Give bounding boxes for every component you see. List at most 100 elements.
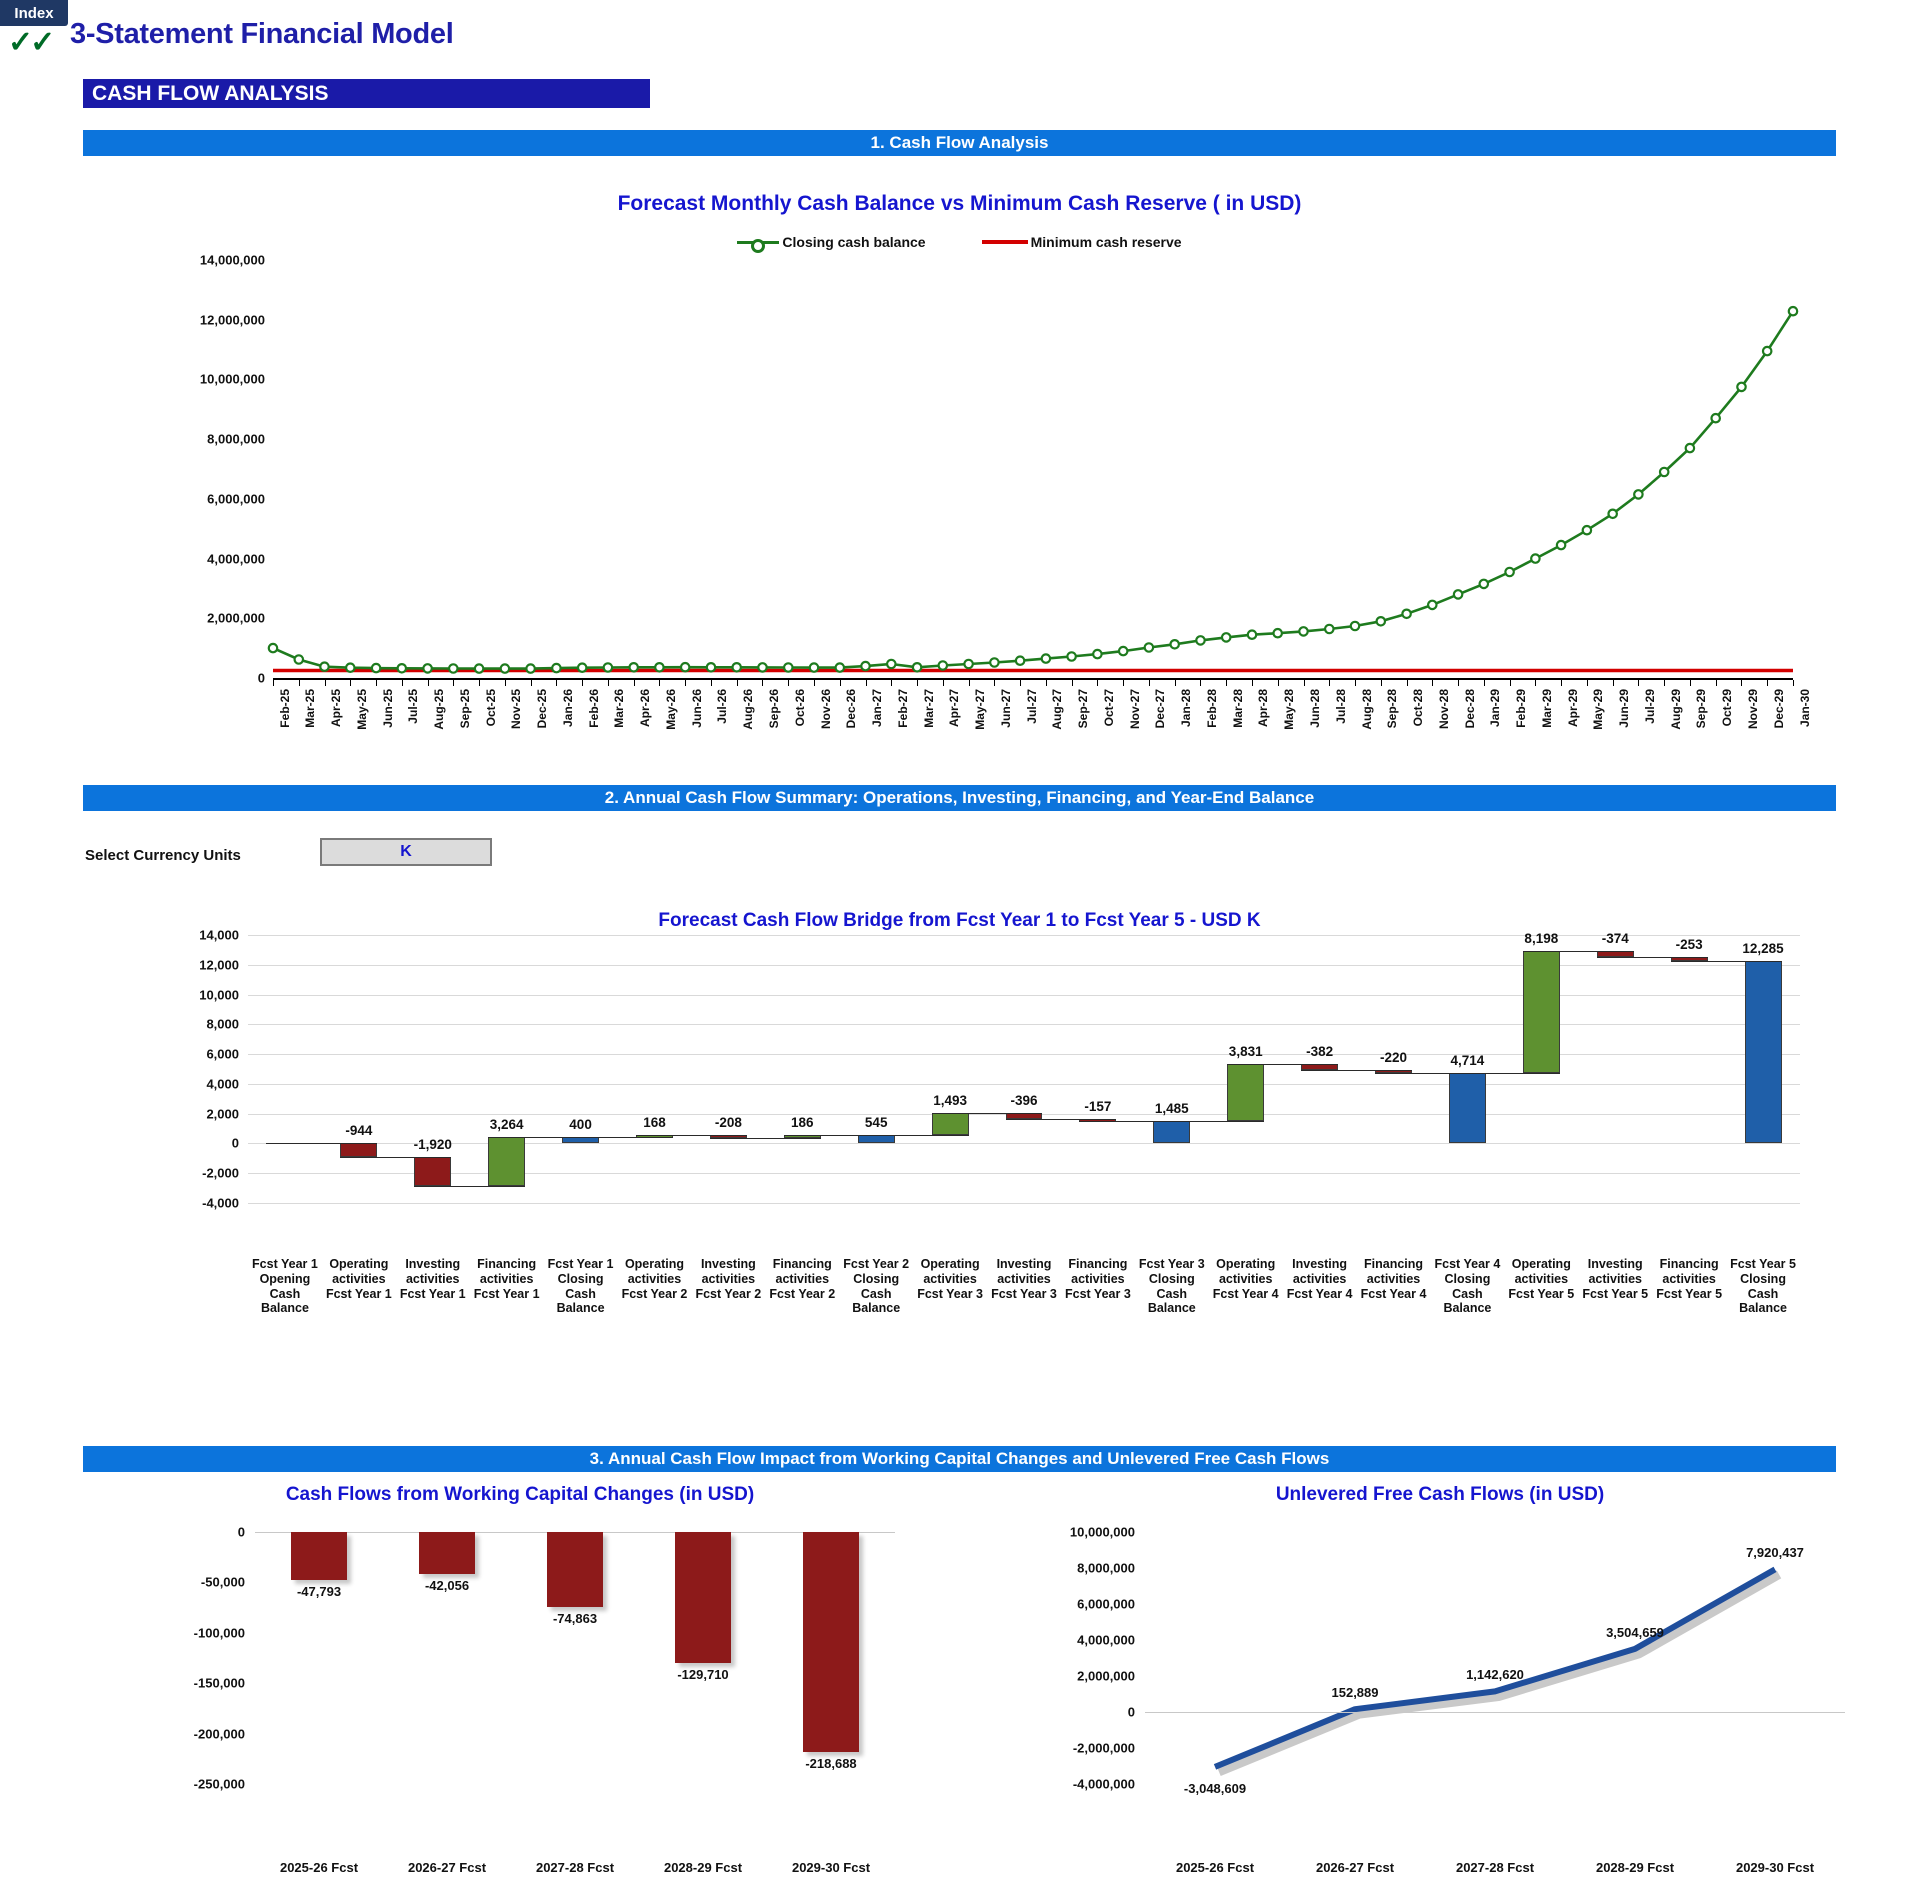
x-axis-tick-label: Nov-28	[1436, 689, 1451, 730]
data-label: 3,264	[489, 1117, 524, 1133]
waterfall-connector	[1522, 951, 1634, 953]
y-axis-tick-label: 14,000,000	[199, 252, 265, 268]
x-axis-tick	[1483, 680, 1485, 686]
series-marker-closing-cash-balance	[499, 663, 511, 674]
x-axis-category-label: Investing activities Fcst Year 5	[1582, 1257, 1649, 1301]
x-axis-tick-label: May-29	[1591, 689, 1606, 730]
series-marker-closing-cash-balance	[1143, 642, 1155, 653]
x-axis-tick-label: Mar-29	[1539, 689, 1554, 728]
gridline	[248, 964, 1800, 966]
x-axis-tick	[1303, 680, 1305, 686]
series-marker-closing-cash-balance	[705, 661, 717, 673]
chart-svg-monthly-cash	[267, 305, 1799, 674]
x-axis-category-label: Investing activities Fcst Year 4	[1286, 1257, 1353, 1301]
y-axis-tick-label: 0	[257, 670, 265, 686]
series-marker-closing-cash-balance	[1349, 620, 1361, 632]
x-axis-tick	[1226, 680, 1228, 686]
x-axis-tick	[1380, 680, 1382, 686]
series-marker-closing-cash-balance	[1117, 645, 1129, 657]
x-axis-category-label: 2029-30 Fcst	[791, 1860, 871, 1875]
y-axis-tick-label: 0	[231, 1135, 239, 1151]
waterfall-bar	[1522, 951, 1560, 1074]
x-axis-tick	[865, 680, 867, 686]
y-axis-tick-label: 0	[1127, 1704, 1135, 1720]
x-axis-tick-label: Apr-26	[638, 689, 653, 728]
x-axis-category-label: Fcst Year 4 Closing Cash Balance	[1434, 1257, 1501, 1316]
cash-flow-bridge-chart: Forecast Cash Flow Bridge from Fcst Year…	[83, 890, 1836, 1420]
waterfall-connector	[1670, 960, 1782, 962]
gridline	[248, 1143, 1800, 1145]
x-axis-tick	[685, 680, 687, 686]
series-marker-closing-cash-balance	[731, 661, 742, 673]
series-marker-closing-cash-balance	[782, 662, 794, 673]
x-axis-tick	[659, 680, 661, 686]
y-axis-tick-label: 10,000	[199, 987, 239, 1003]
series-marker-closing-cash-balance	[1710, 412, 1721, 424]
x-axis-tick	[1148, 680, 1150, 686]
series-marker-closing-cash-balance	[911, 661, 923, 673]
series-marker-closing-cash-balance	[1298, 626, 1309, 637]
x-axis-tick-label: Aug-28	[1359, 689, 1374, 730]
legend-item-minimum-cash-reserve: Minimum cash reserve	[981, 234, 1182, 250]
chart-svg-unlevered-fcf	[1213, 1566, 1782, 1777]
x-axis-category-label: Financing activities Fcst Year 2	[769, 1257, 836, 1301]
x-axis-category-label: Fcst Year 5 Closing Cash Balance	[1730, 1257, 1796, 1316]
x-axis-tick	[1406, 680, 1408, 686]
x-axis-tick	[1329, 680, 1331, 686]
x-axis-category-label: 2028-29 Fcst	[663, 1860, 743, 1875]
series-marker-closing-cash-balance	[576, 662, 588, 673]
data-label: 12,285	[1742, 940, 1784, 956]
x-axis-tick	[633, 680, 635, 686]
x-axis-tick-label: Dec-26	[844, 689, 859, 729]
legend-marker-line-icon	[981, 240, 1028, 244]
series-marker-closing-cash-balance	[602, 662, 614, 673]
data-label: -157	[1084, 1098, 1112, 1114]
legend-label: Closing cash balance	[782, 234, 926, 250]
x-axis-tick	[427, 680, 429, 686]
series-marker-closing-cash-balance	[654, 661, 665, 673]
series-marker-closing-cash-balance	[1401, 608, 1412, 620]
x-axis-tick	[401, 680, 403, 686]
y-axis-tick-label: -50,000	[200, 1574, 245, 1590]
x-axis-tick-label: Oct-28	[1411, 689, 1426, 727]
series-marker-closing-cash-balance	[628, 661, 639, 673]
x-axis-tick-label: Oct-27	[1101, 689, 1116, 727]
series-marker-closing-cash-balance	[448, 663, 459, 674]
x-axis-tick	[1715, 680, 1717, 686]
x-axis-tick-label: Oct-26	[792, 689, 807, 727]
series-line-closing-cash-balance	[272, 310, 1795, 670]
x-axis-tick-label: Jul-28	[1333, 689, 1348, 724]
x-axis-category-label: Financing activities Fcst Year 1	[473, 1257, 540, 1301]
x-axis-tick	[607, 680, 609, 686]
data-label: 168	[643, 1114, 666, 1130]
index-tab[interactable]: Index	[0, 0, 68, 26]
series-marker-closing-cash-balance	[1607, 508, 1618, 520]
x-axis-tick	[788, 680, 790, 686]
series-marker-closing-cash-balance	[757, 662, 768, 673]
series-marker-closing-cash-balance	[834, 662, 846, 673]
data-label: 152,889	[1331, 1685, 1379, 1701]
x-axis-tick-label: Mar-25	[303, 689, 318, 728]
x-axis-tick	[298, 680, 300, 686]
section-header-2: 2. Annual Cash Flow Summary: Operations,…	[83, 785, 1836, 811]
chart-x-axis-monthly-cash: Feb-25 Mar-25 Apr-25 May-25 Jun-25 Jul-25 Aug-…	[273, 678, 1812, 730]
validation-checkmarks-icon: ✓✓	[8, 26, 55, 59]
legend-label: Minimum cash reserve	[1030, 234, 1182, 250]
data-label: 3,504,659	[1606, 1624, 1664, 1640]
x-axis-tick-label: Feb-29	[1514, 689, 1529, 728]
data-label: 186	[791, 1115, 814, 1131]
series-marker-closing-cash-balance	[1530, 553, 1541, 564]
currency-units-selector[interactable]: K	[320, 838, 492, 866]
x-axis-tick-label: Feb-28	[1204, 689, 1219, 728]
x-axis-tick-label: Dec-28	[1462, 689, 1477, 729]
unlevered-free-cash-flows-chart: Unlevered Free Cash Flows (in USD) 10,00…	[1000, 1470, 1880, 1875]
x-axis-tick-label: Jun-29	[1617, 689, 1632, 728]
y-axis-tick-label: 2,000,000	[207, 610, 265, 626]
x-axis-category-label: Financing activities Fcst Year 4	[1360, 1257, 1427, 1301]
y-axis-tick-label: 4,000,000	[207, 551, 265, 567]
legend-item-closing-cash-balance: Closing cash balance	[737, 234, 926, 253]
series-marker-closing-cash-balance	[885, 658, 897, 670]
waterfall-connector	[266, 1143, 378, 1145]
gridline	[248, 935, 1800, 936]
x-axis-tick	[968, 680, 970, 686]
